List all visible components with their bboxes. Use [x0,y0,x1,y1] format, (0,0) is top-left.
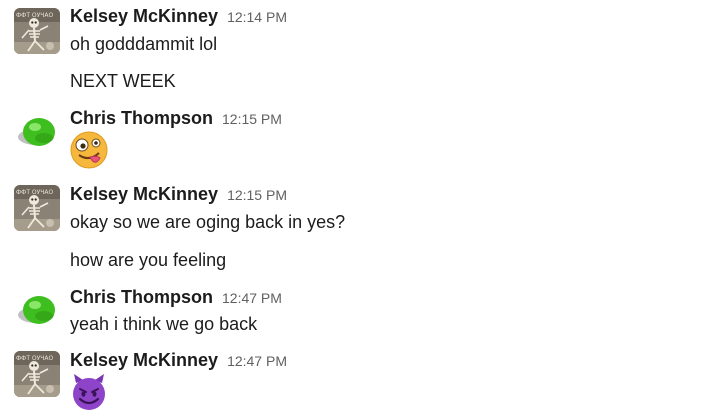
skeleton-avatar-icon [14,8,60,54]
smiling-devil-emoji-icon [73,374,105,410]
timestamp[interactable]: 12:47 PM [227,353,287,369]
skeleton-avatar-icon [14,185,60,231]
message-header: Kelsey McKinney 12:14 PM [70,6,287,27]
author-name[interactable]: Kelsey McKinney [70,350,218,371]
timestamp[interactable]: 12:15 PM [222,111,282,127]
avatar[interactable] [14,108,60,154]
message-header: Kelsey McKinney 12:15 PM [70,184,287,205]
avatar[interactable] [14,286,60,332]
author-name[interactable]: Kelsey McKinney [70,6,218,27]
author-name[interactable]: Kelsey McKinney [70,184,218,205]
timestamp[interactable]: 12:47 PM [222,290,282,306]
message-text: yeah i think we go back [70,314,258,334]
avatar[interactable] [14,185,60,231]
message-header: Kelsey McKinney 12:47 PM [70,350,287,371]
timestamp[interactable]: 12:14 PM [227,9,287,25]
skeleton-avatar-icon [14,351,60,397]
author-name[interactable]: Chris Thompson [70,108,213,129]
message-text: NEXT WEEK [70,71,176,91]
message-text: how are you feeling [70,250,227,270]
lime-avatar-icon [14,108,60,154]
message-text: oh godddammit lol [70,34,218,54]
avatar[interactable] [14,8,60,54]
zany-face-emoji-icon [70,131,108,169]
author-name[interactable]: Chris Thompson [70,287,213,308]
timestamp[interactable]: 12:15 PM [227,187,287,203]
avatar[interactable] [14,351,60,397]
message-text: okay so we are oging back in yes? [70,212,346,232]
message-header: Chris Thompson 12:47 PM [70,287,282,308]
lime-avatar-icon [14,286,60,332]
message-header: Chris Thompson 12:15 PM [70,108,282,129]
